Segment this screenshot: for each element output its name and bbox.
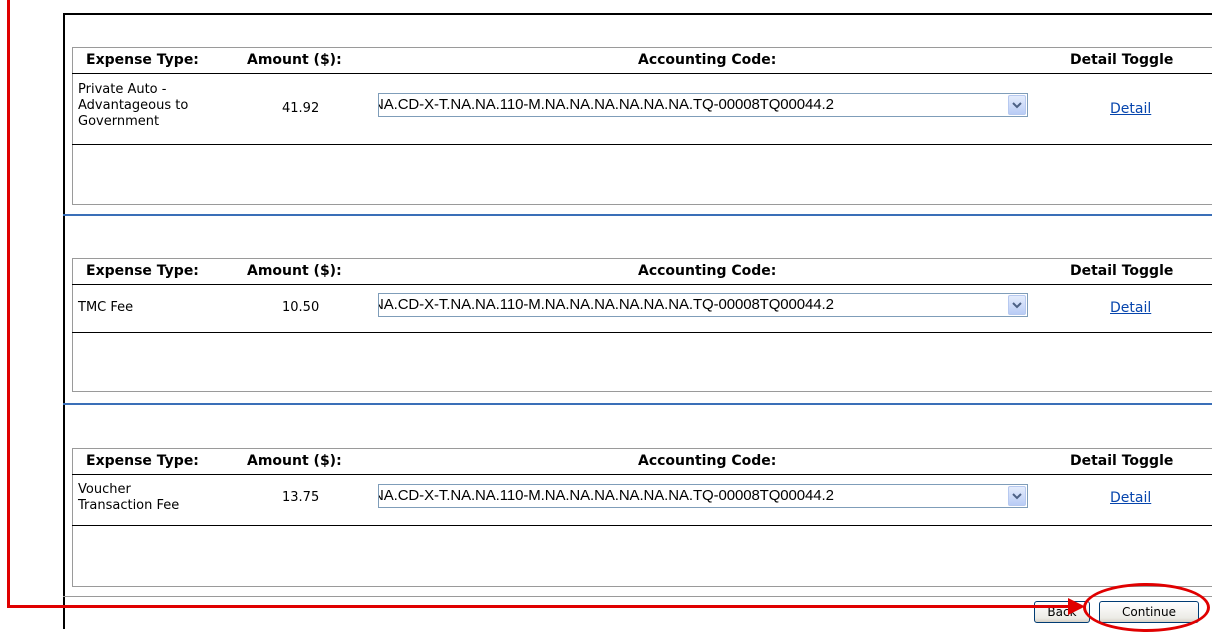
chevron-down-icon[interactable] [1008, 486, 1026, 506]
detail-toggle-link[interactable]: Detail [1110, 101, 1151, 117]
table-row: Private Auto - Advantageous to Governmen… [72, 74, 1212, 144]
header-amount: Amount ($): [247, 453, 342, 469]
header-expense-type: Expense Type: [86, 263, 199, 279]
header-accounting-code: Accounting Code: [638, 52, 777, 68]
header-accounting-code: Accounting Code: [638, 453, 777, 469]
header-amount: Amount ($): [247, 263, 342, 279]
header-expense-type: Expense Type: [86, 453, 199, 469]
accounting-code-select[interactable]: NA.CD-X-T.NA.NA.110-M.NA.NA.NA.NA.NA.NA.… [378, 93, 1028, 117]
annotation-horizontal-line [7, 605, 1082, 608]
expense-panel-2: Expense Type: Amount ($): Accounting Cod… [72, 258, 1212, 392]
accounting-code-value: NA.CD-X-T.NA.NA.110-M.NA.NA.NA.NA.NA.NA.… [378, 296, 834, 313]
amount-cell: 13.75 [282, 490, 320, 505]
annotation-vertical-line [7, 0, 10, 608]
expense-panel-1: Expense Type: Amount ($): Accounting Cod… [72, 47, 1212, 205]
frame-top-border [63, 13, 1212, 15]
annotation-highlight-ellipse [1083, 583, 1210, 632]
frame-left-border [63, 13, 65, 629]
chevron-down-icon[interactable] [1008, 295, 1026, 315]
section-separator [63, 403, 1212, 405]
section-separator [63, 214, 1212, 216]
accounting-code-value: NA.CD-X-T.NA.NA.110-M.NA.NA.NA.NA.NA.NA.… [378, 487, 834, 504]
header-accounting-code: Accounting Code: [638, 263, 777, 279]
header-amount: Amount ($): [247, 52, 342, 68]
chevron-down-icon[interactable] [1008, 95, 1026, 115]
detail-toggle-link[interactable]: Detail [1110, 490, 1151, 506]
header-detail-toggle: Detail Toggle [1070, 52, 1174, 68]
expense-type-cell: TMC Fee [78, 300, 134, 315]
table-row: TMC Fee 10.50 NA.CD-X-T.NA.NA.110-M.NA.N… [72, 285, 1212, 333]
expense-type-cell: Voucher Transaction Fee [78, 482, 180, 513]
header-detail-toggle: Detail Toggle [1070, 263, 1174, 279]
row-divider [72, 332, 1212, 333]
accounting-code-value: NA.CD-X-T.NA.NA.110-M.NA.NA.NA.NA.NA.NA.… [378, 96, 834, 113]
header-detail-toggle: Detail Toggle [1070, 453, 1174, 469]
amount-cell: 10.50 [282, 300, 320, 315]
header-expense-type: Expense Type: [86, 52, 199, 68]
accounting-code-select[interactable]: NA.CD-X-T.NA.NA.110-M.NA.NA.NA.NA.NA.NA.… [378, 293, 1028, 317]
expense-type-cell: Private Auto - Advantageous to Governmen… [78, 82, 189, 129]
table-row: Voucher Transaction Fee 13.75 NA.CD-X-T.… [72, 475, 1212, 525]
amount-cell: 41.92 [282, 101, 320, 116]
accounting-code-select[interactable]: NA.CD-X-T.NA.NA.110-M.NA.NA.NA.NA.NA.NA.… [378, 484, 1028, 508]
footer-divider [63, 596, 1212, 597]
row-divider [72, 525, 1212, 526]
expense-panel-3: Expense Type: Amount ($): Accounting Cod… [72, 448, 1212, 587]
detail-toggle-link[interactable]: Detail [1110, 300, 1151, 316]
row-divider [72, 144, 1212, 145]
